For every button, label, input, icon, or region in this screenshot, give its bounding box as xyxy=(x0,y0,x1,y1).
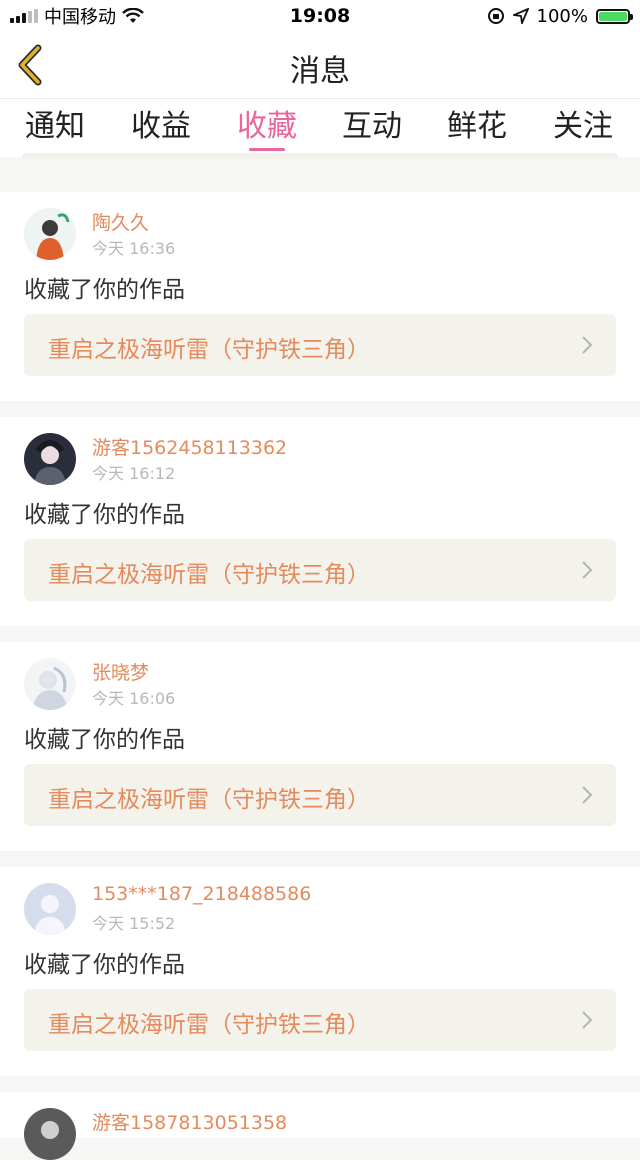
tab-notifications[interactable]: 通知 xyxy=(15,101,95,151)
location-icon xyxy=(512,8,529,24)
message-text: 收藏了你的作品 xyxy=(24,727,185,753)
tab-label: 关注 xyxy=(553,109,613,144)
message-text: 收藏了你的作品 xyxy=(24,277,185,303)
message-card: 张晓梦 今天 16:06 收藏了你的作品 重启之极海听雷（守护铁三角） xyxy=(0,642,640,851)
work-link[interactable]: 重启之极海听雷（守护铁三角） xyxy=(24,989,616,1051)
message-time: 今天 16:36 xyxy=(92,239,176,258)
avatar[interactable] xyxy=(24,883,76,935)
avatar[interactable] xyxy=(24,1108,76,1160)
tab-favorites[interactable]: 收藏 xyxy=(227,101,307,151)
message-card: 153***187_218488586 今天 15:52 收藏了你的作品 重启之… xyxy=(0,867,640,1076)
work-title: 重启之极海听雷（守护铁三角） xyxy=(48,337,370,363)
default-avatar-icon xyxy=(24,883,76,935)
message-time: 今天 16:12 xyxy=(92,464,176,483)
avatar[interactable] xyxy=(24,433,76,485)
avatar[interactable] xyxy=(24,658,76,710)
work-link[interactable]: 重启之极海听雷（守护铁三角） xyxy=(24,764,616,826)
tab-label: 收藏 xyxy=(237,109,297,144)
page-title: 消息 xyxy=(290,54,350,89)
chevron-right-icon xyxy=(582,336,593,354)
tab-divider xyxy=(22,153,618,159)
work-link[interactable]: 重启之极海听雷（守护铁三角） xyxy=(24,314,616,376)
message-card: 游客1587813051358 xyxy=(0,1092,640,1160)
status-right: 100% xyxy=(487,0,633,32)
battery-percent: 100% xyxy=(536,5,588,27)
tab-label: 通知 xyxy=(25,109,85,144)
message-text: 收藏了你的作品 xyxy=(24,952,185,978)
work-title: 重启之极海听雷（守护铁三角） xyxy=(48,562,370,588)
tab-label: 鲜花 xyxy=(447,109,507,144)
battery-icon xyxy=(596,8,633,24)
username[interactable]: 游客1562458113362 xyxy=(92,433,287,460)
message-card: 游客1562458113362 今天 16:12 收藏了你的作品 重启之极海听雷… xyxy=(0,417,640,626)
tab-bar: 通知 收益 收藏 互动 鲜花 关注 xyxy=(0,99,640,157)
rotation-lock-icon xyxy=(487,8,504,24)
tab-earnings[interactable]: 收益 xyxy=(121,101,201,151)
work-title: 重启之极海听雷（守护铁三角） xyxy=(48,1012,370,1038)
tab-flowers[interactable]: 鲜花 xyxy=(437,101,517,151)
username[interactable]: 153***187_218488586 xyxy=(92,883,311,905)
message-time: 今天 15:52 xyxy=(92,914,176,933)
status-bar: 中国移动 19:08 100% xyxy=(0,0,640,32)
chevron-right-icon xyxy=(582,561,593,579)
chevron-right-icon xyxy=(582,786,593,804)
tab-label: 互动 xyxy=(342,109,402,144)
tab-follows[interactable]: 关注 xyxy=(543,101,623,151)
avatar[interactable] xyxy=(24,208,76,260)
username[interactable]: 游客1587813051358 xyxy=(92,1108,287,1135)
message-time: 今天 16:06 xyxy=(92,689,176,708)
message-card: 陶久久 今天 16:36 收藏了你的作品 重启之极海听雷（守护铁三角） xyxy=(0,192,640,401)
work-title: 重启之极海听雷（守护铁三角） xyxy=(48,787,370,813)
username[interactable]: 张晓梦 xyxy=(92,658,149,685)
tab-label: 收益 xyxy=(131,109,191,144)
chevron-right-icon xyxy=(582,1011,593,1029)
tab-interactions[interactable]: 互动 xyxy=(332,101,412,151)
active-tab-indicator xyxy=(249,148,285,151)
message-text: 收藏了你的作品 xyxy=(24,502,185,528)
work-link[interactable]: 重启之极海听雷（守护铁三角） xyxy=(24,539,616,601)
nav-bar: 消息 xyxy=(0,32,640,99)
username[interactable]: 陶久久 xyxy=(92,208,149,235)
